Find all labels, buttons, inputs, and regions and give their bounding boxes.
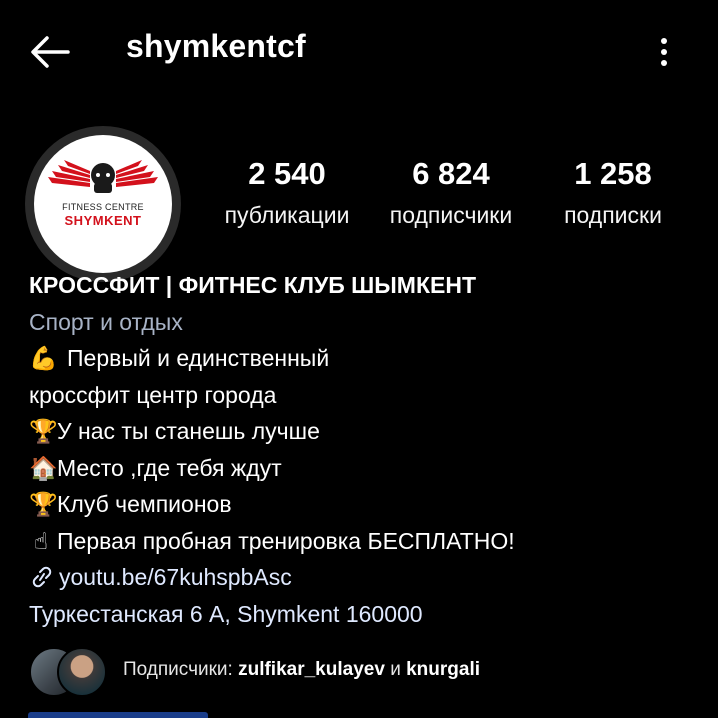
bio-text: Первый и единственный xyxy=(67,345,330,371)
stat-following-count: 1 258 xyxy=(574,156,652,191)
more-vertical-icon xyxy=(661,38,667,66)
website-link-text: youtu.be/67kuhspbAsc xyxy=(59,564,292,590)
bio-line: 🏠Место ,где тебя ждут xyxy=(29,451,689,488)
stat-followers-label: подписчики xyxy=(389,202,513,228)
profile-username: shymkentcf xyxy=(126,28,306,64)
back-button[interactable] xyxy=(28,34,72,70)
address-link[interactable]: Туркестанская 6 А, Shymkent 160000 xyxy=(29,597,689,634)
stat-posts[interactable]: 2 540 публикации xyxy=(208,156,366,229)
profile-category: Спорт и отдых xyxy=(29,308,183,335)
pointing-up-icon: ☝ xyxy=(33,527,48,554)
profile-avatar[interactable]: FITNESS CENTRE SHYMKENT xyxy=(25,126,181,282)
bio-line: 💪 Первый и единственный xyxy=(29,341,689,378)
follow-button-edge[interactable] xyxy=(28,712,208,718)
followers-conjunction: и xyxy=(390,659,401,680)
bio-text: Место ,где тебя ждут xyxy=(57,454,282,481)
follower-username: knurgali xyxy=(406,659,480,680)
bio-line: ☝ Первая пробная тренировка БЕСПЛАТНО! xyxy=(29,524,689,561)
arrow-left-icon xyxy=(31,36,70,68)
bio-text: Первая пробная тренировка БЕСПЛАТНО! xyxy=(57,527,515,554)
house-icon: 🏠 xyxy=(29,454,58,481)
more-options-button[interactable] xyxy=(650,34,678,70)
mutual-followers-text: Подписчики: zulfikar_kulayev и knurgali xyxy=(123,659,480,681)
stat-posts-label: публикации xyxy=(224,202,350,228)
flexed-biceps-icon: 💪 xyxy=(29,345,58,371)
stat-following-label: подписки xyxy=(564,202,662,228)
bio-line: 🏆У нас ты станешь лучше xyxy=(29,414,689,451)
top-bar: shymkentcf xyxy=(0,0,718,100)
follower-username: zulfikar_kulayev xyxy=(238,659,385,680)
stat-following[interactable]: 1 258 подписки xyxy=(548,156,678,229)
stat-followers[interactable]: 6 824 подписчики xyxy=(372,156,530,229)
mutual-followers[interactable]: Подписчики: zulfikar_kulayev и knurgali xyxy=(29,647,689,697)
winged-athlete-logo-icon xyxy=(48,160,158,193)
stat-followers-count: 6 824 xyxy=(412,156,490,191)
followers-prefix: Подписчики: xyxy=(123,659,233,680)
bio-line: 🏆Клуб чемпионов xyxy=(29,487,689,524)
logo-subtitle: FITNESS CENTRE xyxy=(62,202,144,212)
stat-posts-count: 2 540 xyxy=(248,156,326,191)
trophy-icon: 🏆 xyxy=(29,491,58,517)
profile-display-name: КРОССФИТ | ФИТНЕС КЛУБ ШЫМКЕНТ xyxy=(29,272,477,298)
website-link[interactable]: youtu.be/67kuhspbAsc xyxy=(29,560,689,597)
logo-title: SHYMKENT xyxy=(64,213,142,228)
link-icon xyxy=(32,566,52,588)
avatar-logo: FITNESS CENTRE SHYMKENT xyxy=(34,135,172,273)
bio-text: У нас ты станешь лучше xyxy=(57,418,320,444)
bio-text: Клуб чемпионов xyxy=(57,491,232,517)
trophy-icon: 🏆 xyxy=(29,418,58,444)
bio-text: кроссфит центр города xyxy=(29,381,277,408)
profile-bio: КРОССФИТ | ФИТНЕС КЛУБ ШЫМКЕНТ Спорт и о… xyxy=(29,268,689,633)
follower-avatar xyxy=(57,647,107,697)
